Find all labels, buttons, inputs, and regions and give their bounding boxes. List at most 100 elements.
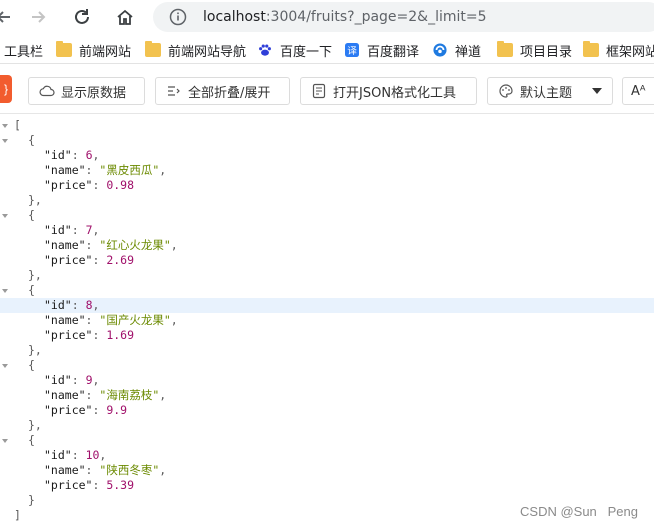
json-field-price: "price": 0.98 (0, 178, 654, 193)
object-open: { (0, 358, 654, 373)
colon: : (92, 403, 107, 417)
json-content: [{"id": 6, "name": "黑皮西瓜", "price": 0.98},… (0, 114, 654, 529)
comma: , (159, 463, 167, 477)
colon: : (85, 463, 100, 477)
colon: : (71, 298, 86, 312)
bookmark-project-dir[interactable]: 项目目录 (497, 40, 572, 60)
bracket-open: [ (14, 118, 21, 132)
bookmark-framework-sites[interactable]: 框架网站 (583, 40, 654, 60)
url-text[interactable]: localhost:3004/fruits?_page=2&_limit=5 (203, 9, 487, 25)
bookmark-baidu-translate[interactable]: 译 百度翻译 (344, 40, 419, 60)
json-key: "name" (44, 238, 86, 252)
brace-open: { (28, 133, 35, 147)
comma: , (92, 298, 100, 312)
zentao-icon (433, 43, 447, 57)
extension-logo[interactable]: } (0, 75, 12, 103)
forward-icon[interactable] (26, 5, 50, 29)
folder-icon (497, 41, 513, 57)
json-field-name: "name": "国产火龙果", (0, 313, 654, 328)
bookmarks-bar: 工具栏 前端网站 前端网站导航 百度一下 译 百度翻译 禅道 项目目录 框架网站 (0, 36, 654, 64)
colon: : (85, 238, 100, 252)
json-viewer-toolbar: } 显示原数据 全部折叠/展开 打开JSON格式化工具 默认主题 Aᴬ (0, 68, 654, 114)
brace-open: { (28, 283, 35, 297)
colon: : (71, 373, 86, 387)
bracket-close: ] (14, 508, 21, 522)
json-field-id: "id": 6, (0, 148, 654, 163)
colon: : (71, 223, 86, 237)
bookmark-baidu[interactable]: 百度一下 (257, 40, 332, 60)
cloud-icon (39, 85, 55, 97)
collapse-icon (168, 86, 180, 96)
bookmark-label: 项目目录 (520, 44, 573, 60)
json-field-price: "price": 5.39 (0, 478, 654, 493)
address-bar[interactable]: localhost:3004/fruits?_page=2&_limit=5 (153, 2, 654, 32)
json-field-id: "id": 9, (0, 373, 654, 388)
json-key: "id" (44, 298, 72, 312)
folder-icon (583, 41, 599, 57)
collapse-expand-button[interactable]: 全部折叠/展开 (155, 77, 290, 105)
object-close: }, (0, 193, 654, 208)
bookmark-zentao[interactable]: 禅道 (432, 40, 481, 60)
json-field-price: "price": 1.69 (0, 328, 654, 343)
bookmark-frontend-nav[interactable]: 前端网站导航 (145, 40, 246, 60)
theme-select[interactable]: 默认主题 (487, 77, 613, 105)
json-key: "name" (44, 388, 86, 402)
folder-icon (56, 41, 72, 57)
bookmark-label: 前端网站导航 (168, 44, 247, 60)
json-field-id: "id": 10, (0, 448, 654, 463)
brace-open: { (28, 208, 35, 222)
json-value: 9 (85, 373, 93, 387)
json-value: 9.9 (106, 403, 128, 417)
open-json-tool-button[interactable]: 打开JSON格式化工具 (300, 77, 477, 105)
bookmark-label: 百度一下 (280, 44, 333, 60)
brace-close: }, (28, 418, 42, 432)
json-key: "name" (44, 463, 86, 477)
chevron-down-icon (592, 88, 602, 94)
colon: : (71, 148, 86, 162)
comma: , (92, 148, 100, 162)
json-value: "海南荔枝" (99, 388, 160, 402)
back-icon[interactable] (0, 5, 16, 29)
json-key: "id" (44, 148, 72, 162)
json-field-name: "name": "黑皮西瓜", (0, 163, 654, 178)
json-value: 2.69 (106, 253, 135, 267)
font-size-button[interactable]: Aᴬ (622, 77, 654, 105)
url-path: :3004/fruits?_page=2&_limit=5 (265, 9, 487, 25)
object-open: { (0, 208, 654, 223)
theme-label: 默认主题 (520, 85, 573, 101)
browser-toolbar: localhost:3004/fruits?_page=2&_limit=5 (0, 0, 654, 34)
object-close: }, (0, 343, 654, 358)
json-field-name: "name": "海南荔枝", (0, 388, 654, 403)
bookmark-label: 百度翻译 (367, 44, 420, 60)
info-icon[interactable] (169, 8, 187, 26)
bookmark-frontend-sites[interactable]: 前端网站 (56, 40, 131, 60)
watermark: CSDN @Sun Peng (520, 504, 638, 519)
collapse-expand-label: 全部折叠/展开 (188, 85, 271, 101)
home-icon[interactable] (113, 5, 137, 29)
json-field-id: "id": 8, (0, 298, 654, 313)
object-close: }, (0, 418, 654, 433)
show-raw-button[interactable]: 显示原数据 (28, 77, 145, 105)
colon: : (92, 328, 107, 342)
comma: , (170, 313, 178, 327)
colon: : (85, 388, 100, 402)
bookmark-toolbar[interactable]: 工具栏 (4, 40, 43, 60)
json-value: 7 (85, 223, 93, 237)
json-value: "红心火龙果" (99, 238, 171, 252)
json-key: "id" (44, 448, 72, 462)
bookmark-label: 禅道 (455, 44, 482, 60)
colon: : (92, 253, 107, 267)
json-field-price: "price": 9.9 (0, 403, 654, 418)
brace-close: }, (28, 343, 42, 357)
json-key: "price" (44, 328, 93, 342)
json-value: "陕西冬枣" (99, 463, 160, 477)
json-value: 8 (85, 298, 93, 312)
comma: , (170, 238, 178, 252)
json-key: "name" (44, 163, 86, 177)
brace-open: { (28, 358, 35, 372)
reload-icon[interactable] (70, 5, 94, 29)
json-key: "price" (44, 253, 93, 267)
json-key: "price" (44, 403, 93, 417)
json-field-id: "id": 7, (0, 223, 654, 238)
comma: , (92, 373, 100, 387)
